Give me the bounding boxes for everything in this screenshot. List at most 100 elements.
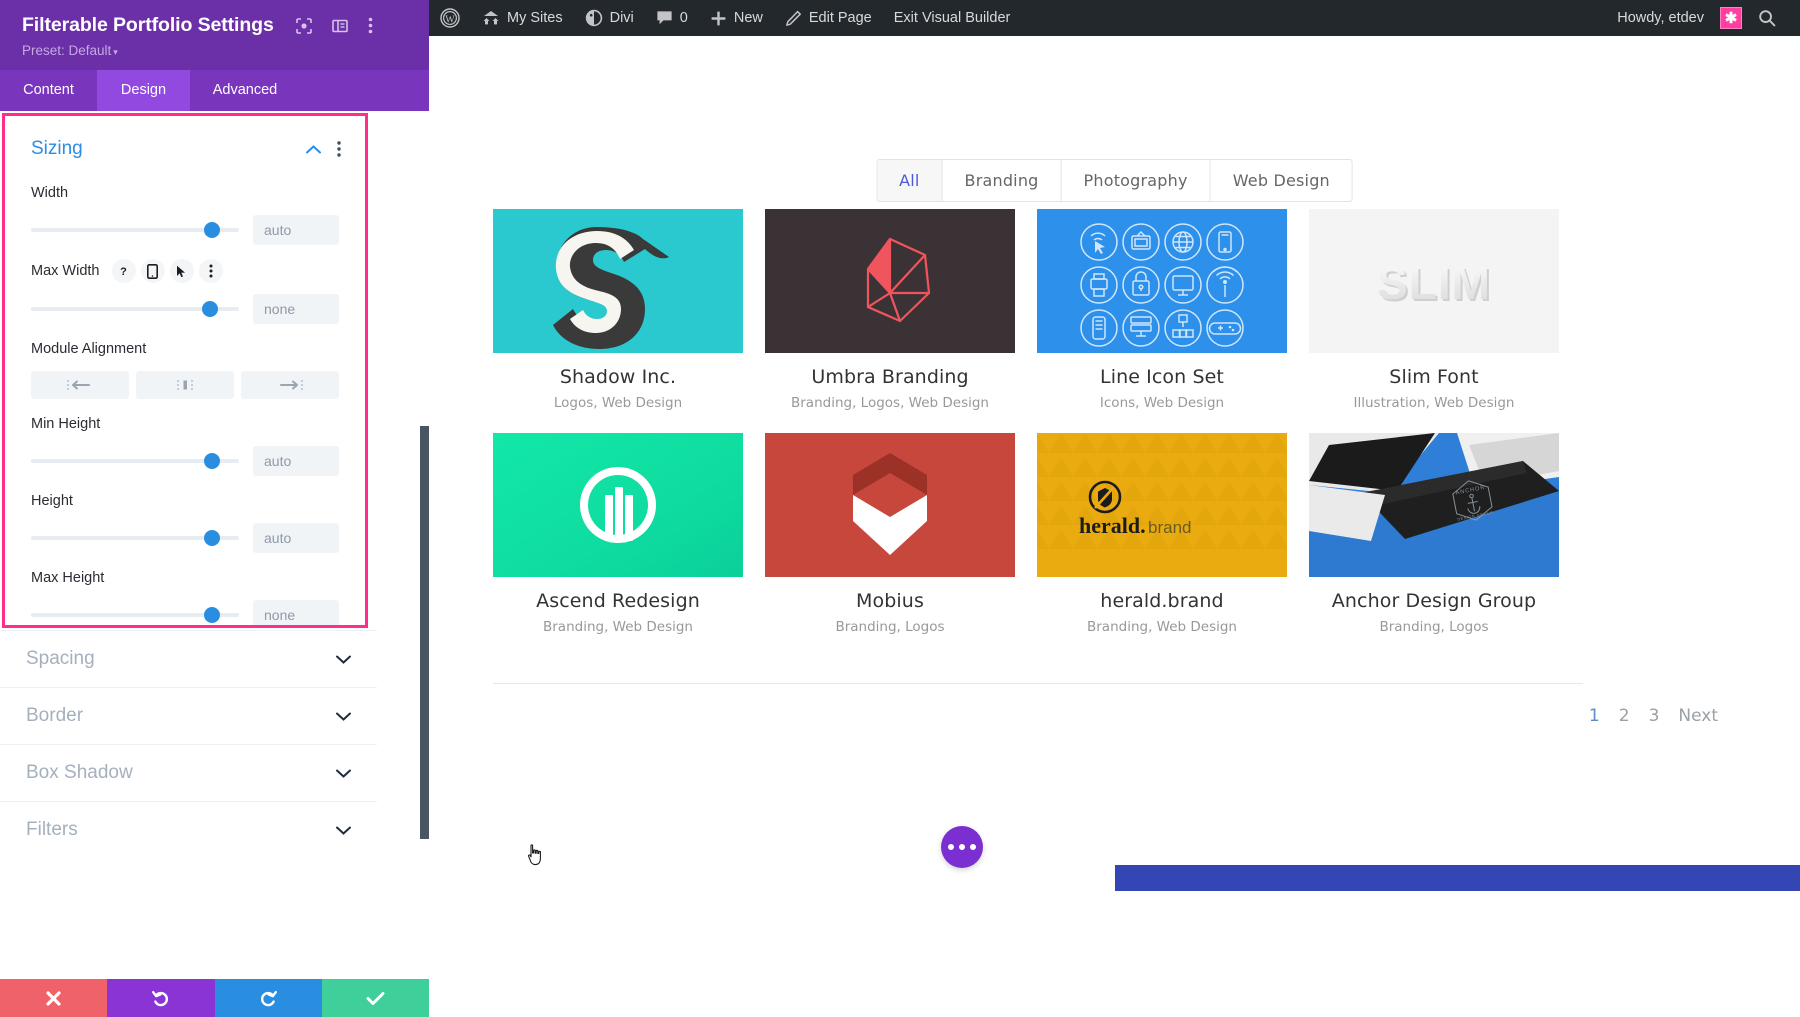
max-height-value[interactable]: none [253,600,339,625]
portfolio-thumbnail-line-icon-set[interactable] [1037,209,1287,353]
portfolio-item-title[interactable]: Ascend Redesign [493,590,743,612]
section-box-shadow[interactable]: Box Shadow [0,744,377,801]
undo-button[interactable] [107,979,215,1017]
portfolio-item-categories: Branding, Web Design [542,619,693,635]
slider-thumb[interactable] [203,530,220,546]
visual-builder-canvas: All Branding Photography Web Design Shad… [429,36,1800,1017]
chevron-up-icon[interactable] [306,144,321,154]
portfolio-item: Mobius Branding, Logos [765,433,1015,635]
max-width-slider[interactable] [31,299,239,319]
redo-button[interactable] [214,979,322,1017]
pagination: 1 2 3 Next [1589,706,1718,726]
slider-thumb[interactable] [203,453,220,469]
settings-panel-header: Filterable Portfolio Settings Preset: De… [0,0,429,70]
field-height: Height auto [5,490,365,553]
kebab-menu-icon[interactable] [198,259,223,283]
field-label: Max Height [31,570,105,586]
portfolio-item-title[interactable]: Line Icon Set [1037,366,1287,388]
page-link-next[interactable]: Next [1678,706,1718,726]
admin-bar-wordpress-logo[interactable]: W [429,0,471,36]
portfolio-filter-tabs: All Branding Photography Web Design [876,159,1353,202]
svg-text:SLIM: SLIM [1377,257,1491,309]
section-sizing-header[interactable]: Sizing [5,116,365,168]
portfolio-thumbnail-herald-brand[interactable]: herald. brand [1037,433,1287,577]
section-border[interactable]: Border [0,687,377,744]
dot [959,844,965,850]
portfolio-thumbnail-anchor-design-group[interactable]: ANCHOR DESIGN GROUP [1309,433,1559,577]
admin-bar-label: New [733,10,763,26]
dot [970,844,976,850]
slider-thumb[interactable] [201,301,218,317]
admin-bar-new[interactable]: New [699,0,774,36]
portfolio-thumbnail-slim-font[interactable]: SLIM SLIM [1309,209,1559,353]
tab-design[interactable]: Design [97,70,190,111]
search-icon[interactable] [1742,9,1790,27]
chevron-down-icon [336,769,351,778]
preset-label: Preset: Default [22,43,112,58]
slider-thumb[interactable] [203,607,220,623]
portfolio-item-categories: Illustration, Web Design [1353,395,1515,411]
scrollbar-thumb[interactable] [420,426,429,839]
section-sizing: Sizing Width auto Max Width ? none Modul… [2,113,368,628]
min-height-slider[interactable] [31,451,239,471]
save-button[interactable] [321,979,429,1017]
align-right-button[interactable] [241,371,339,399]
align-left-button[interactable] [31,371,129,399]
page-link-1[interactable]: 1 [1589,706,1600,726]
portfolio-thumbnail-ascend-redesign[interactable] [493,433,743,577]
portfolio-item-title[interactable]: Shadow Inc. [493,366,743,388]
divi-menu-fab[interactable] [941,826,983,868]
max-width-value[interactable]: none [253,294,339,324]
portfolio-thumbnail-umbra-branding[interactable] [765,209,1015,353]
min-height-value[interactable]: auto [253,446,339,476]
portfolio-item-title[interactable]: Anchor Design Group [1309,590,1559,612]
portfolio-item-title[interactable]: Mobius [765,590,1015,612]
height-slider[interactable] [31,528,239,548]
filter-tab-all[interactable]: All [877,160,943,201]
layout-panel-icon[interactable] [331,18,348,34]
help-icon[interactable]: ? [111,259,136,283]
portfolio-thumbnail-mobius[interactable] [765,433,1015,577]
align-center-button[interactable] [136,371,234,399]
admin-bar-divi[interactable]: Divi [574,0,645,36]
portfolio-item-title[interactable]: herald.brand [1037,590,1287,612]
portfolio-thumbnail-shadow-inc[interactable] [493,209,743,353]
admin-bar-account[interactable]: Howdy, etdev ✱ [1606,0,1742,36]
tab-content[interactable]: Content [0,70,97,111]
section-filters[interactable]: Filters [0,801,377,858]
portfolio-item: herald. brand herald.brand Branding, Web… [1037,433,1287,635]
filter-tab-web-design[interactable]: Web Design [1211,160,1352,201]
page-link-3[interactable]: 3 [1649,706,1660,726]
portfolio-item-categories: Icons, Web Design [1099,395,1225,411]
admin-bar-comments[interactable]: 0 [645,0,699,36]
portfolio-row: Shadow Inc. Logos, Web Design Umbra Bran… [493,209,1583,411]
section-spacing[interactable]: Spacing [0,630,377,687]
max-height-slider[interactable] [31,605,239,625]
portfolio-row: Ascend Redesign Branding, Web Design Mob… [493,433,1583,635]
kebab-menu-icon[interactable] [337,141,341,157]
page-link-2[interactable]: 2 [1619,706,1630,726]
cursor-icon[interactable] [169,259,194,283]
height-value[interactable]: auto [253,523,339,553]
cancel-button[interactable] [0,979,108,1017]
mobile-icon[interactable] [140,259,165,283]
field-label: Width [31,185,69,201]
admin-bar-my-sites[interactable]: My Sites [471,0,574,36]
portfolio-item-title[interactable]: Slim Font [1309,366,1559,388]
portfolio-item-title[interactable]: Umbra Branding [765,366,1015,388]
admin-bar-label: Edit Page [808,10,872,26]
portfolio-item: Umbra Branding Branding, Logos, Web Desi… [765,209,1015,411]
filter-tab-branding[interactable]: Branding [943,160,1062,201]
filter-tab-photography[interactable]: Photography [1062,160,1211,201]
admin-bar-exit-visual-builder[interactable]: Exit Visual Builder [883,0,1022,36]
width-slider[interactable] [31,220,239,240]
admin-bar-edit-page[interactable]: Edit Page [774,0,883,36]
section-highlight-bar [1115,865,1800,891]
kebab-menu-icon[interactable] [368,17,373,34]
panel-scrollbar[interactable] [420,111,429,979]
slider-thumb[interactable] [203,222,220,238]
tab-advanced[interactable]: Advanced [190,70,300,111]
preset-selector[interactable]: Preset: Default ▾ [22,43,407,58]
responsive-view-icon[interactable] [295,17,312,34]
width-value[interactable]: auto [253,215,339,245]
